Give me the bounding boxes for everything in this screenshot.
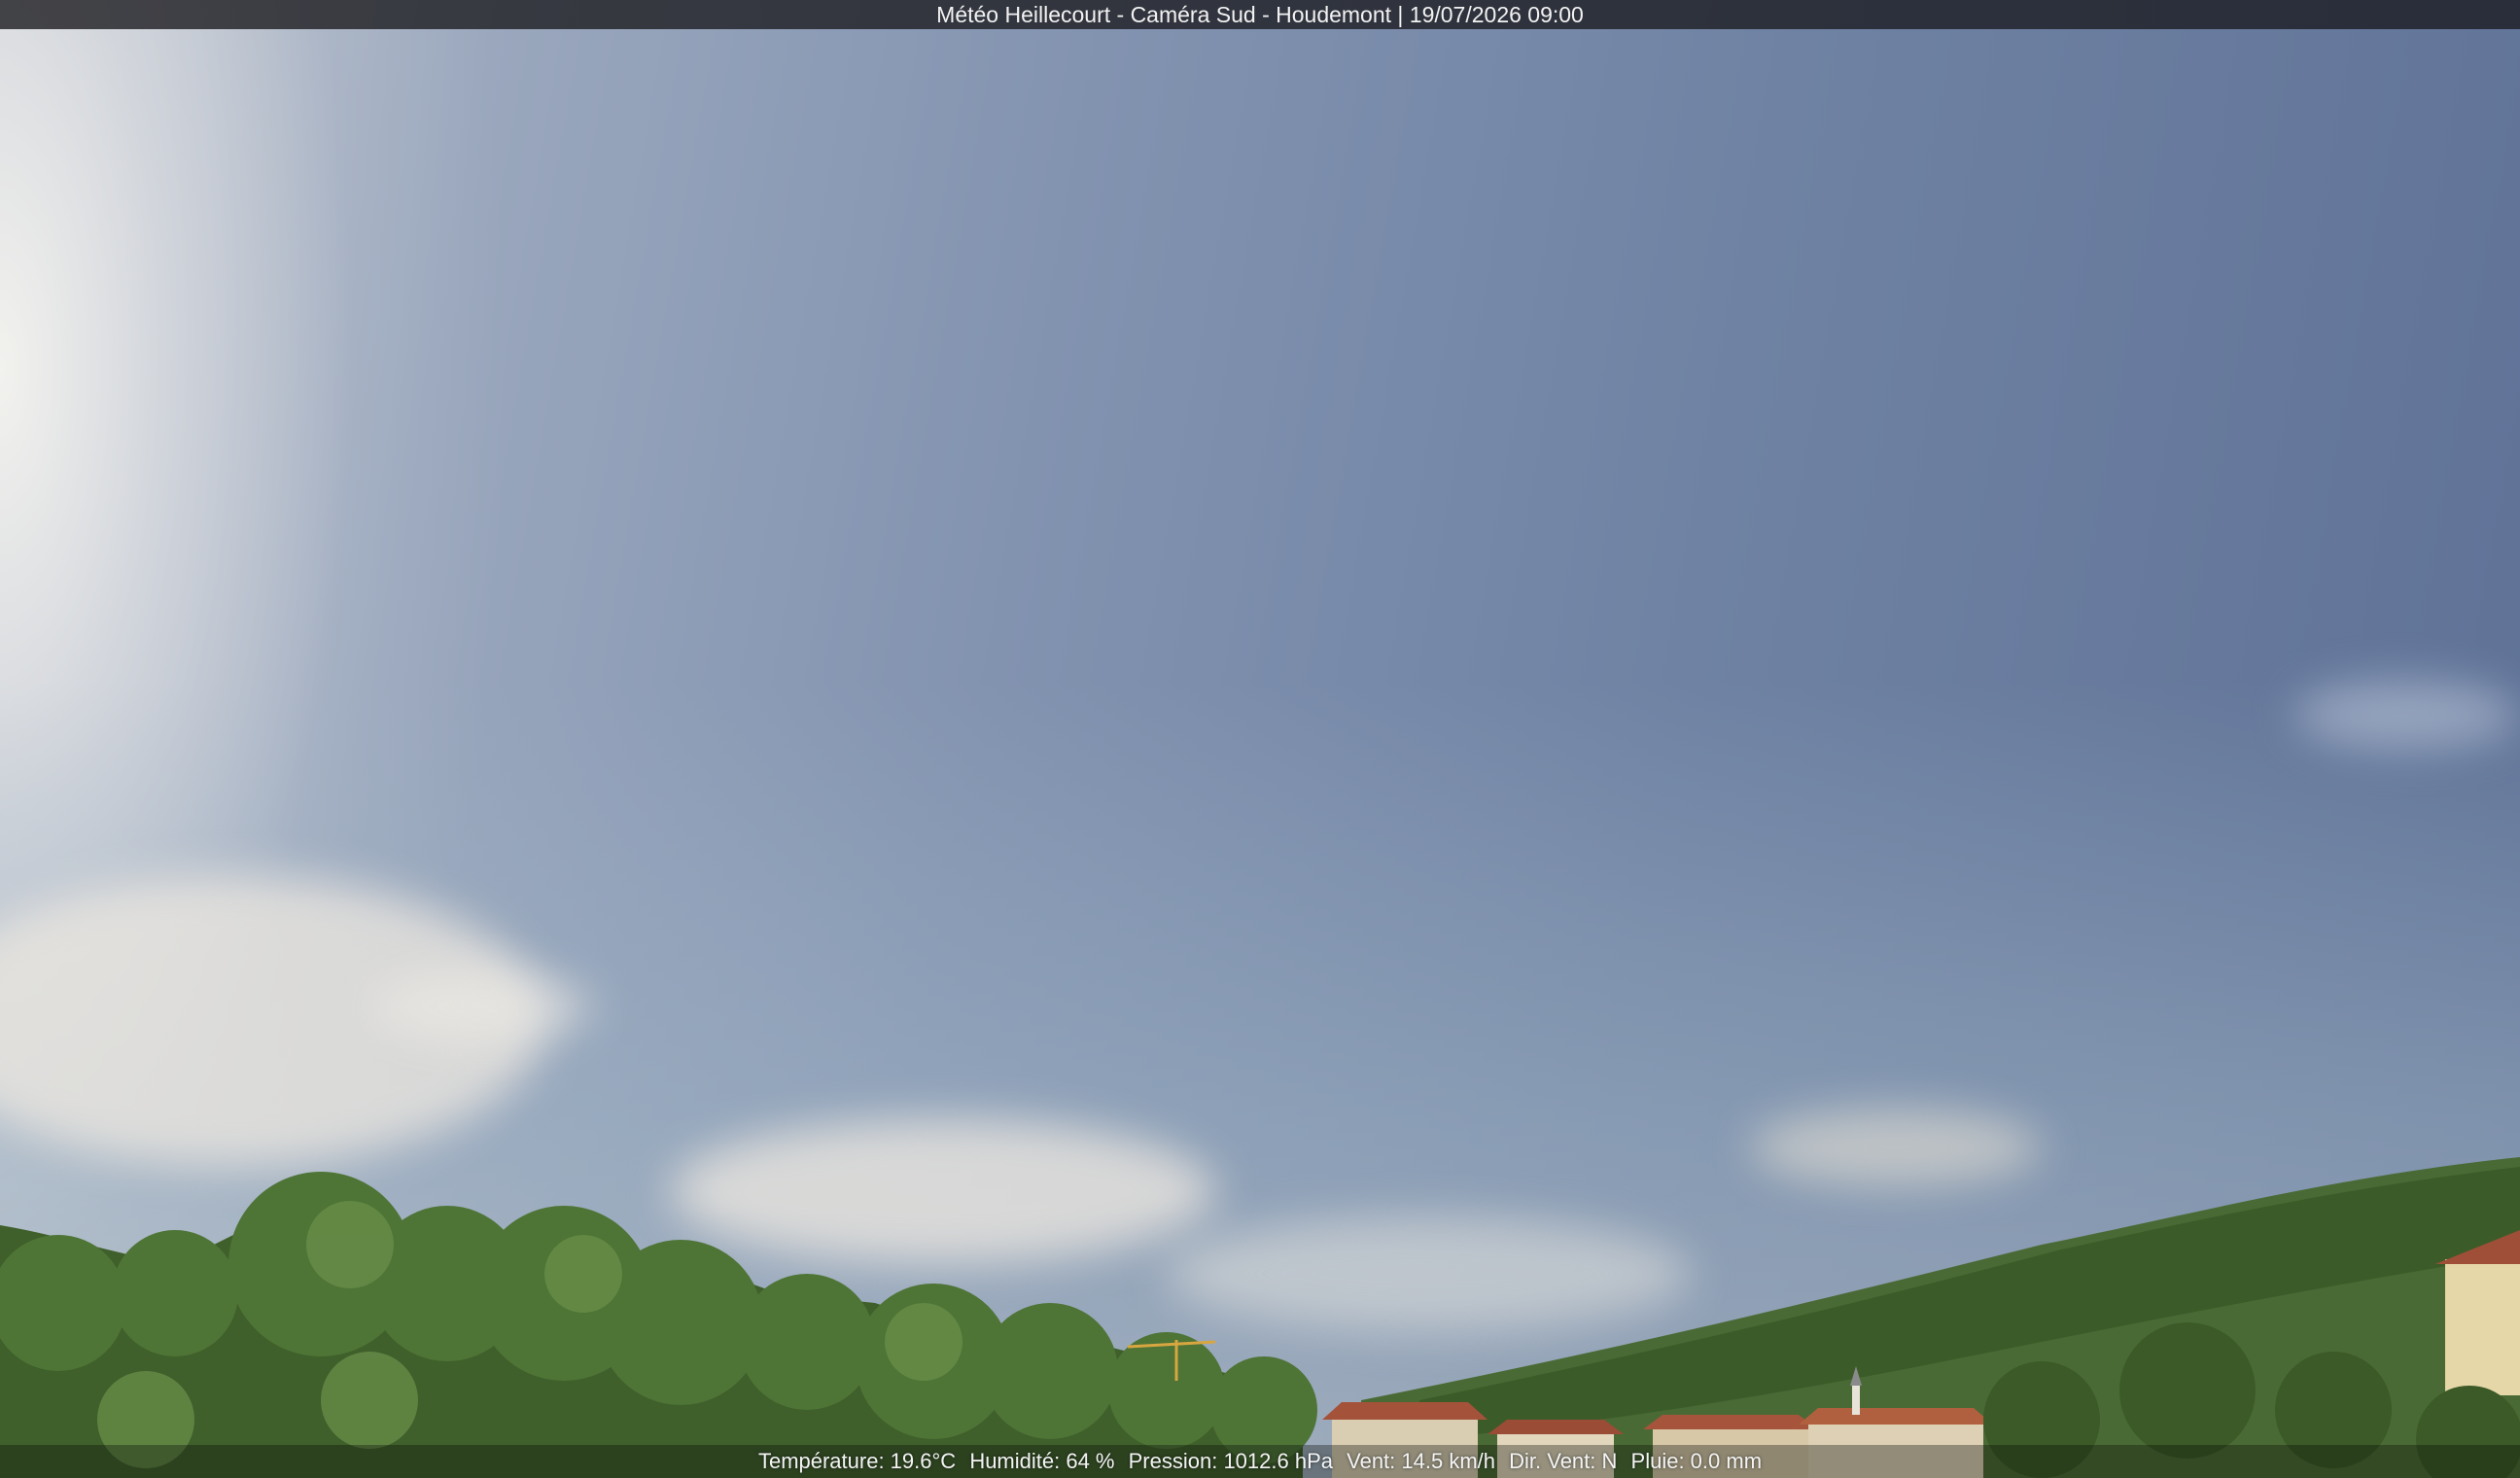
webcam-frame: Météo Heillecourt - Caméra Sud - Houdemo… <box>0 0 2520 1478</box>
webcam-title-bar: Météo Heillecourt - Caméra Sud - Houdemo… <box>0 0 2520 29</box>
temperature-reading: Température: 19.6°C <box>757 1449 957 1473</box>
humidity-reading: Humidité: 64 % <box>969 1449 1115 1473</box>
wind-speed-reading: Vent: 14.5 km/h <box>1347 1449 1495 1473</box>
landscape <box>0 1157 2520 1478</box>
rain-reading: Pluie: 0.0 mm <box>1630 1449 1763 1473</box>
weather-info-bar: Température: 19.6°C Humidité: 64 % Press… <box>0 1445 2520 1478</box>
wind-direction-reading: Dir. Vent: N <box>1509 1449 1618 1473</box>
pressure-reading: Pression: 1012.6 hPa <box>1128 1449 1333 1473</box>
webcam-title: Météo Heillecourt - Caméra Sud - Houdemo… <box>936 2 1584 27</box>
